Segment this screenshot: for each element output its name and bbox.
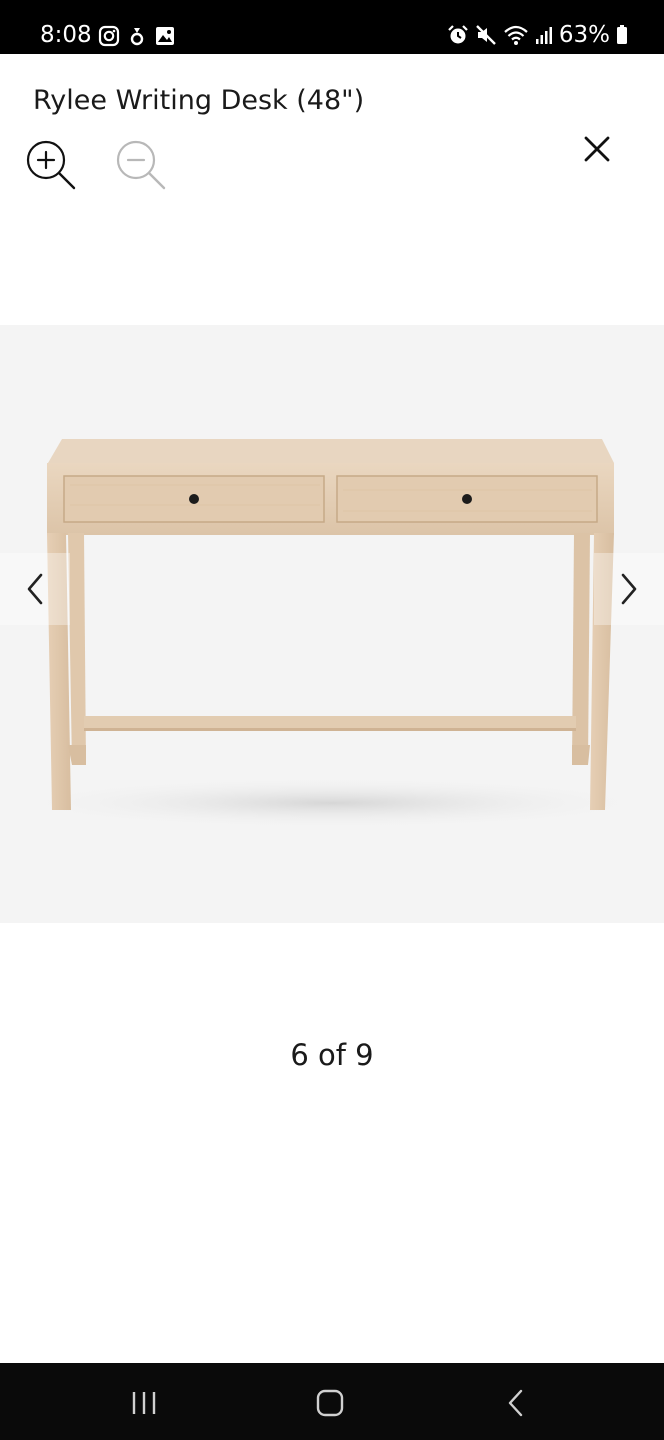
image-counter: 6 of 9 <box>290 1038 374 1072</box>
zoom-out-button[interactable] <box>114 138 170 194</box>
page-title: Rylee Writing Desk (48") <box>33 85 365 116</box>
chevron-right-icon <box>621 573 637 605</box>
previous-image-button[interactable] <box>0 553 70 625</box>
desk-image <box>2 439 662 829</box>
recent-apps-button[interactable] <box>114 1381 174 1425</box>
status-time: 8:08 <box>40 22 92 48</box>
gallery-icon <box>156 27 174 45</box>
recent-apps-icon <box>132 1392 156 1414</box>
close-button[interactable] <box>578 130 616 168</box>
back-button[interactable] <box>486 1381 546 1425</box>
close-icon <box>584 136 610 162</box>
mute-icon <box>476 25 496 45</box>
wifi-icon <box>504 25 528 45</box>
chevron-left-icon <box>27 573 43 605</box>
status-right: 63% <box>447 20 628 50</box>
back-icon <box>508 1389 523 1417</box>
product-image[interactable] <box>0 325 664 923</box>
next-image-button[interactable] <box>594 553 664 625</box>
battery-percentage: 63% <box>558 22 610 48</box>
battery-icon <box>617 25 627 44</box>
notification-icon <box>130 28 144 46</box>
home-icon <box>316 1389 344 1417</box>
signal-icon <box>535 27 552 44</box>
instagram-icon <box>98 25 120 47</box>
home-button[interactable] <box>300 1381 360 1425</box>
zoom-in-button[interactable] <box>24 138 80 194</box>
status-bar: 8:08 63% <box>0 0 664 54</box>
zoom-in-icon <box>26 140 76 190</box>
status-left-icons <box>98 22 176 50</box>
navigation-bar <box>0 1363 664 1440</box>
zoom-out-icon <box>116 140 166 190</box>
alarm-icon <box>448 25 468 44</box>
